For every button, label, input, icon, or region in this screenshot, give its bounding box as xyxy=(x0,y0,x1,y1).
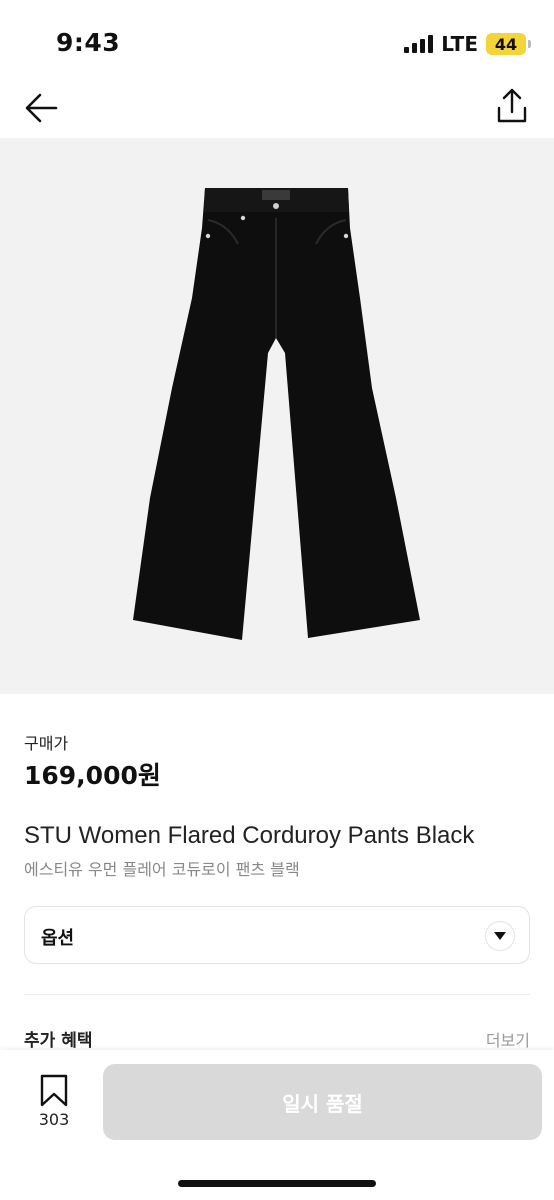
soldout-button[interactable]: 일시 품절 xyxy=(103,1064,542,1140)
product-subname: 에스티유 우먼 플레어 코듀로이 팬츠 블랙 xyxy=(24,860,300,879)
back-button[interactable] xyxy=(22,88,62,128)
bookmark-icon xyxy=(40,1074,68,1107)
signal-icon xyxy=(404,35,434,53)
nav-bar xyxy=(0,80,554,138)
benefit-more-link[interactable]: 더보기 xyxy=(486,1027,530,1051)
option-label: 옵션 xyxy=(41,928,75,949)
bookmark-button[interactable]: 303 xyxy=(26,1074,82,1134)
battery-icon: 44 xyxy=(486,33,531,55)
product-image[interactable] xyxy=(0,138,554,694)
product-name: STU Women Flared Corduroy Pants Black xyxy=(24,822,475,849)
chevron-down-icon xyxy=(494,932,506,940)
pants-illustration xyxy=(133,188,420,640)
home-indicator xyxy=(178,1180,376,1187)
status-bar: 9:43 LTE 44 xyxy=(0,0,554,80)
option-select[interactable]: 옵션 xyxy=(24,906,530,964)
status-indicators: LTE 44 xyxy=(404,32,531,56)
bookmark-count: 303 xyxy=(38,1110,70,1129)
arrow-left-icon xyxy=(25,93,58,123)
price-value: 169,000원 xyxy=(24,761,161,790)
price-label: 구매가 xyxy=(24,734,69,753)
share-icon xyxy=(497,88,527,123)
share-button[interactable] xyxy=(492,86,532,126)
bottom-bar: 303 일시 품절 xyxy=(0,1050,554,1200)
benefit-title: 추가 혜택 xyxy=(24,1031,93,1051)
network-type: LTE xyxy=(441,32,478,56)
option-dropdown-button[interactable] xyxy=(485,921,515,951)
status-time: 9:43 xyxy=(56,28,121,57)
divider xyxy=(24,994,530,995)
